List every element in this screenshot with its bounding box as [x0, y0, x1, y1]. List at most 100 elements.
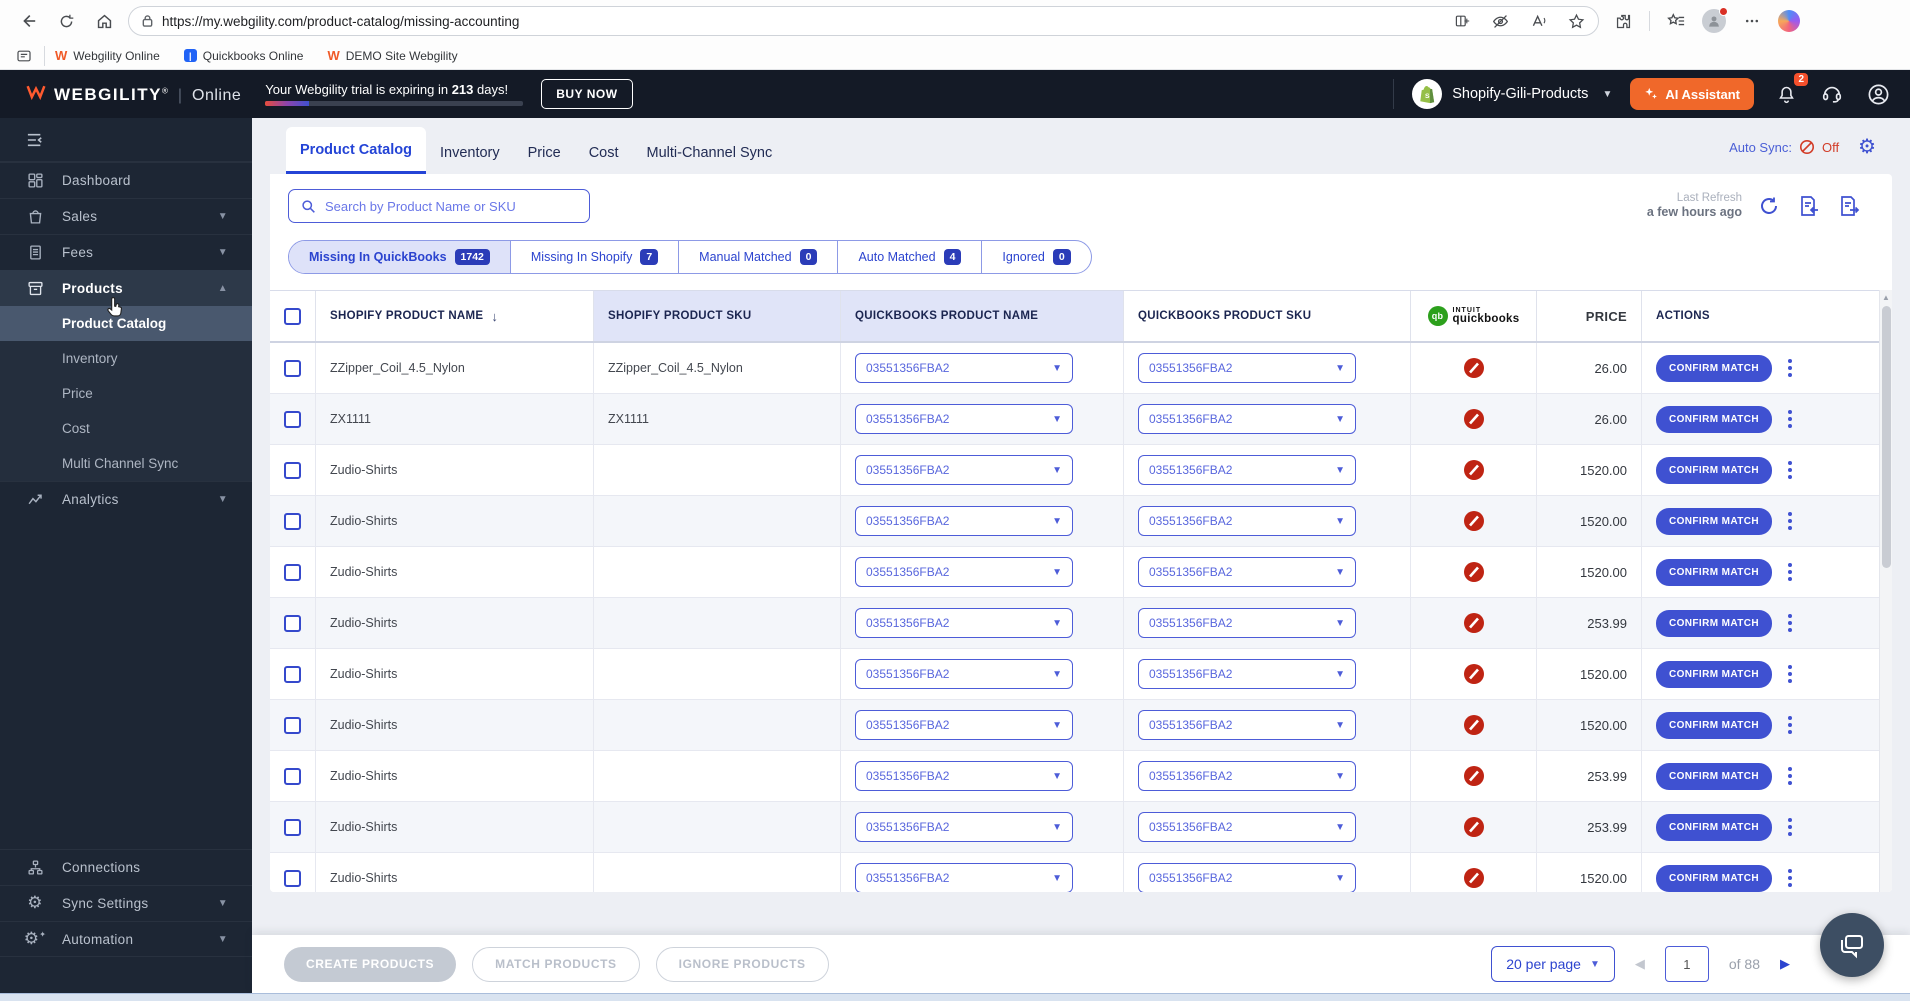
confirm-match-button[interactable]: CONFIRM MATCH: [1656, 558, 1772, 586]
kebab-menu-icon[interactable]: [1784, 609, 1796, 638]
confirm-match-button[interactable]: CONFIRM MATCH: [1656, 864, 1772, 892]
extensions-icon[interactable]: [1609, 7, 1637, 35]
quickbooks-product-sku-select[interactable]: 03551356FBA2 ▼: [1138, 761, 1356, 791]
quickbooks-product-name-select[interactable]: 03551356FBA2 ▼: [855, 761, 1073, 791]
sidebar-item-automation[interactable]: ⚙✦ Automation ▼: [0, 921, 252, 957]
sidebar-item-dashboard[interactable]: Dashboard: [0, 162, 252, 198]
sidebar-item-connections[interactable]: Connections: [0, 849, 252, 885]
kebab-menu-icon[interactable]: [1784, 405, 1796, 434]
kebab-menu-icon[interactable]: [1784, 813, 1796, 842]
store-selector[interactable]: S Shopify-Gili-Products ▼: [1412, 79, 1612, 109]
refresh-data-icon[interactable]: [1758, 195, 1780, 217]
kebab-menu-icon[interactable]: [1784, 660, 1796, 689]
split-screen-icon[interactable]: [1448, 7, 1476, 35]
row-checkbox[interactable]: [284, 716, 301, 734]
confirm-match-button[interactable]: CONFIRM MATCH: [1656, 813, 1772, 841]
scrollbar-thumb[interactable]: [1882, 306, 1891, 568]
hide-eye-icon[interactable]: [1486, 7, 1514, 35]
confirm-match-button[interactable]: CONFIRM MATCH: [1656, 405, 1772, 433]
quickbooks-product-sku-select[interactable]: 03551356FBA2 ▼: [1138, 404, 1356, 434]
confirm-match-button[interactable]: CONFIRM MATCH: [1656, 711, 1772, 739]
confirm-match-button[interactable]: CONFIRM MATCH: [1656, 762, 1772, 790]
kebab-menu-icon[interactable]: [1784, 354, 1796, 383]
address-bar[interactable]: [128, 6, 1599, 36]
confirm-match-button[interactable]: CONFIRM MATCH: [1656, 609, 1772, 637]
filter-auto-matched[interactable]: Auto Matched 4: [837, 241, 981, 273]
quickbooks-product-name-select[interactable]: 03551356FBA2 ▼: [855, 710, 1073, 740]
reading-panel-icon[interactable]: [14, 42, 34, 70]
quickbooks-product-name-select[interactable]: 03551356FBA2 ▼: [855, 404, 1073, 434]
kebab-menu-icon[interactable]: [1784, 711, 1796, 740]
row-checkbox[interactable]: [284, 410, 301, 428]
quickbooks-product-name-select[interactable]: 03551356FBA2 ▼: [855, 455, 1073, 485]
tab-multi-channel-sync[interactable]: Multi-Channel Sync: [633, 130, 787, 174]
quickbooks-product-name-select[interactable]: 03551356FBA2 ▼: [855, 812, 1073, 842]
bookmark-quickbooks-online[interactable]: | Quickbooks Online: [183, 49, 303, 63]
select-all-checkbox[interactable]: [284, 307, 301, 325]
bookmark-webgility-online[interactable]: W Webgility Online: [55, 48, 160, 63]
tab-inventory[interactable]: Inventory: [426, 130, 514, 174]
kebab-menu-icon[interactable]: [1784, 456, 1796, 485]
previous-page-icon[interactable]: ◀: [1635, 956, 1645, 972]
sidebar-item-products[interactable]: Products ▲: [0, 270, 252, 306]
kebab-menu-icon[interactable]: [1784, 762, 1796, 791]
row-checkbox[interactable]: [284, 563, 301, 581]
favorite-star-icon[interactable]: [1562, 7, 1590, 35]
create-products-button[interactable]: CREATE PRODUCTS: [284, 946, 457, 982]
tab-cost[interactable]: Cost: [575, 130, 633, 174]
quickbooks-product-sku-select[interactable]: 03551356FBA2 ▼: [1138, 455, 1356, 485]
quickbooks-product-sku-select[interactable]: 03551356FBA2 ▼: [1138, 353, 1356, 383]
sort-descending-icon[interactable]: ↓: [491, 309, 498, 324]
more-menu-icon[interactable]: [1738, 7, 1766, 35]
quickbooks-product-sku-select[interactable]: 03551356FBA2 ▼: [1138, 506, 1356, 536]
search-input[interactable]: [325, 198, 577, 214]
filter-manual-matched[interactable]: Manual Matched 0: [678, 241, 837, 273]
filter-missing-in-shopify[interactable]: Missing In Shopify 7: [509, 241, 678, 273]
settings-gear-icon[interactable]: ⚙: [1858, 136, 1876, 158]
page-number-input[interactable]: [1664, 946, 1709, 982]
sidebar-collapse-icon[interactable]: [26, 132, 44, 148]
filter-ignored[interactable]: Ignored 0: [981, 241, 1090, 273]
sidebar-item-analytics[interactable]: Analytics ▼: [0, 481, 252, 517]
confirm-match-button[interactable]: CONFIRM MATCH: [1656, 660, 1772, 688]
browser-profile-avatar[interactable]: [1702, 7, 1728, 33]
quickbooks-product-name-select[interactable]: 03551356FBA2 ▼: [855, 659, 1073, 689]
read-aloud-icon[interactable]: [1524, 7, 1552, 35]
tab-product-catalog[interactable]: Product Catalog: [286, 127, 426, 174]
quickbooks-product-sku-select[interactable]: 03551356FBA2 ▼: [1138, 710, 1356, 740]
filter-missing-in-quickbooks[interactable]: Missing In QuickBooks 1742: [289, 241, 510, 273]
row-checkbox[interactable]: [284, 512, 301, 530]
header-shopify-product-name[interactable]: SHOPIFY PRODUCT NAME ↓: [316, 291, 594, 341]
kebab-menu-icon[interactable]: [1784, 864, 1796, 893]
notifications-bell-icon[interactable]: 2: [1772, 73, 1808, 108]
kebab-menu-icon[interactable]: [1784, 558, 1796, 587]
support-headset-icon[interactable]: [1818, 80, 1846, 108]
ai-assistant-button[interactable]: AI Assistant: [1630, 78, 1754, 110]
sidebar-item-sales[interactable]: Sales ▼: [0, 198, 252, 234]
row-checkbox[interactable]: [284, 869, 301, 887]
bookmark-demo-site-webgility[interactable]: W DEMO Site Webgility: [327, 48, 457, 63]
quickbooks-product-sku-select[interactable]: 03551356FBA2 ▼: [1138, 659, 1356, 689]
quickbooks-product-name-select[interactable]: 03551356FBA2 ▼: [855, 608, 1073, 638]
home-icon[interactable]: [90, 7, 118, 35]
quickbooks-product-sku-select[interactable]: 03551356FBA2 ▼: [1138, 557, 1356, 587]
url-input[interactable]: [162, 13, 1440, 29]
refresh-icon[interactable]: [52, 7, 80, 35]
per-page-select[interactable]: 20 per page ▼: [1491, 946, 1615, 982]
tab-price[interactable]: Price: [514, 130, 575, 174]
copilot-icon[interactable]: [1778, 10, 1800, 32]
ignore-products-button[interactable]: IGNORE PRODUCTS: [655, 946, 829, 982]
product-search[interactable]: [288, 189, 590, 223]
row-checkbox[interactable]: [284, 461, 301, 479]
match-products-button[interactable]: MATCH PRODUCTS: [472, 946, 640, 982]
row-checkbox[interactable]: [284, 614, 301, 632]
sidebar-item-price[interactable]: Price: [0, 376, 252, 411]
table-scrollbar[interactable]: ▲: [1879, 290, 1892, 892]
sidebar-item-multi-channel-sync[interactable]: Multi Channel Sync: [0, 446, 252, 481]
chat-widget-button[interactable]: [1820, 913, 1884, 977]
sidebar-item-cost[interactable]: Cost: [0, 411, 252, 446]
confirm-match-button[interactable]: CONFIRM MATCH: [1656, 507, 1772, 535]
row-checkbox[interactable]: [284, 818, 301, 836]
account-icon[interactable]: [1864, 80, 1892, 108]
confirm-match-button[interactable]: CONFIRM MATCH: [1656, 456, 1772, 484]
